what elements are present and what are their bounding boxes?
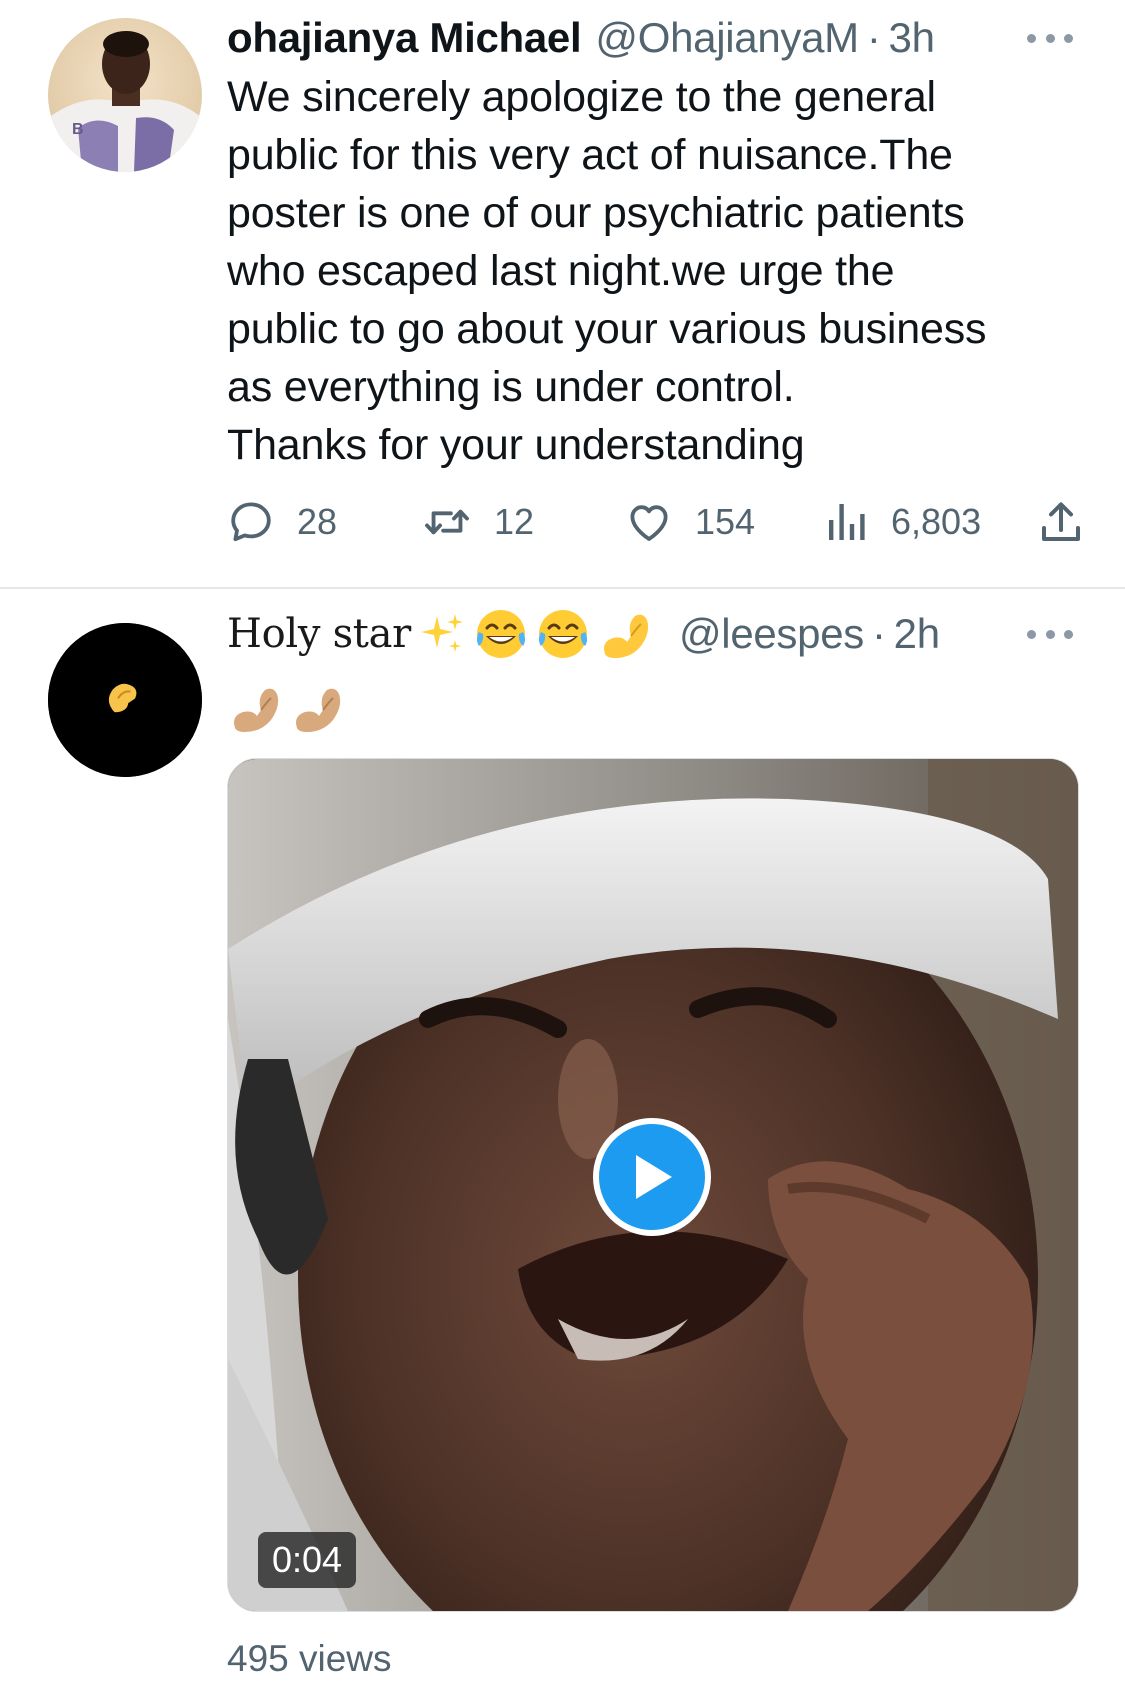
more-dots-icon[interactable] <box>1027 31 1073 45</box>
pinching-hand-emoji-icon <box>603 614 649 658</box>
separator-dot: · <box>866 14 881 61</box>
pinching-hand-avatar <box>48 623 202 777</box>
separator-dot: · <box>871 610 886 657</box>
tears-of-joy-emoji-icon <box>476 610 525 658</box>
tweet-holy-star[interactable]: Holy star @leespes · 2h 0:04 495 views <box>0 590 1125 1693</box>
tweet-header: Holy star @leespes · 2h <box>227 606 1085 662</box>
views-count: 6,803 <box>891 501 982 542</box>
user-avatar[interactable] <box>48 623 202 777</box>
timestamp[interactable]: 3h <box>889 14 935 62</box>
bar-chart-icon <box>829 504 865 540</box>
avatar-photo: B <box>48 18 202 172</box>
retweet-count: 12 <box>494 501 535 542</box>
like-button[interactable]: 154 <box>625 492 755 552</box>
share-upload-icon <box>1042 502 1080 541</box>
timestamp[interactable]: 2h <box>894 610 940 658</box>
sparkles-icon <box>420 614 463 652</box>
tweet-header: ohajianya Michael @OhajianyaM · 3h <box>227 10 1085 66</box>
tweet-ohajianya[interactable]: B ohajianya Michael @OhajianyaM · 3h We … <box>0 0 1125 588</box>
reply-count: 28 <box>297 501 338 542</box>
tweet-text: We sincerely apologize to the general pu… <box>227 73 987 469</box>
display-name-emojis <box>419 606 659 662</box>
user-avatar[interactable]: B <box>48 18 202 172</box>
display-name[interactable]: Holy star <box>227 611 411 657</box>
like-count: 154 <box>695 501 756 542</box>
display-name[interactable]: ohajianya Michael <box>227 14 582 62</box>
video-views: 495 views <box>227 1638 392 1679</box>
heart-icon <box>630 505 668 541</box>
user-handle[interactable]: @leespes <box>679 610 864 658</box>
speech-bubble-icon <box>231 502 271 542</box>
play-button[interactable] <box>593 1118 711 1236</box>
play-icon <box>636 1155 672 1199</box>
reply-button[interactable]: 28 <box>227 492 337 552</box>
share-button[interactable] <box>1037 492 1085 552</box>
views-button[interactable]: 6,803 <box>825 492 981 552</box>
tweet-text-emojis <box>227 678 345 738</box>
more-dots-icon[interactable] <box>1027 627 1073 641</box>
user-handle[interactable]: @OhajianyaM <box>595 14 859 62</box>
pinching-hand-medium-skin-icon <box>296 688 341 732</box>
retweet-button[interactable]: 12 <box>422 492 534 552</box>
video-player[interactable]: 0:04 <box>227 758 1079 1612</box>
video-duration-badge: 0:04 <box>258 1532 357 1588</box>
svg-text:B: B <box>72 121 84 138</box>
tears-of-joy-emoji-icon <box>538 610 587 658</box>
retweet-arrows-icon <box>425 509 469 535</box>
tweet-divider <box>0 587 1125 589</box>
tweet-actions: 28 12 154 6,803 <box>227 492 1085 552</box>
pinching-hand-medium-skin-icon <box>234 688 279 732</box>
